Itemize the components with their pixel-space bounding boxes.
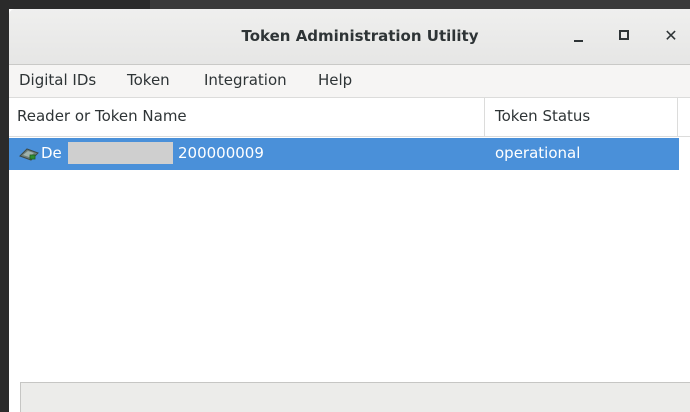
- column-header-name[interactable]: Reader or Token Name: [17, 98, 187, 136]
- table-row[interactable]: De 200000009 operational: [9, 138, 679, 170]
- minimize-button[interactable]: [566, 23, 592, 49]
- maximize-button[interactable]: [611, 23, 637, 49]
- menu-token[interactable]: Token: [127, 65, 170, 97]
- menu-digital-ids[interactable]: Digital IDs: [19, 65, 96, 97]
- redacted-region: [68, 142, 173, 164]
- title-bar[interactable]: Token Administration Utility ✕: [9, 9, 690, 65]
- token-name-suffix: 200000009: [178, 144, 264, 162]
- column-separator[interactable]: [484, 98, 485, 136]
- token-name-prefix: De: [41, 144, 62, 162]
- app-window: Token Administration Utility ✕ Digital I…: [9, 9, 690, 412]
- menu-help[interactable]: Help: [318, 65, 352, 97]
- menu-bar: Digital IDs Token Integration Help: [9, 65, 690, 98]
- smartcard-reader-icon: [19, 148, 39, 161]
- maximize-icon: [619, 30, 629, 40]
- close-button[interactable]: ✕: [658, 23, 684, 49]
- status-bar: [20, 382, 690, 412]
- column-separator[interactable]: [677, 98, 678, 136]
- table-header: Reader or Token Name Token Status: [9, 98, 690, 137]
- background-left-edge: [0, 0, 9, 412]
- background-top-edge: [0, 0, 690, 9]
- menu-integration[interactable]: Integration: [204, 65, 287, 97]
- window-title: Token Administration Utility: [241, 27, 479, 45]
- close-icon: ✕: [664, 26, 678, 45]
- column-header-status[interactable]: Token Status: [495, 98, 590, 136]
- minimize-icon: [574, 40, 583, 42]
- token-status: operational: [495, 144, 581, 162]
